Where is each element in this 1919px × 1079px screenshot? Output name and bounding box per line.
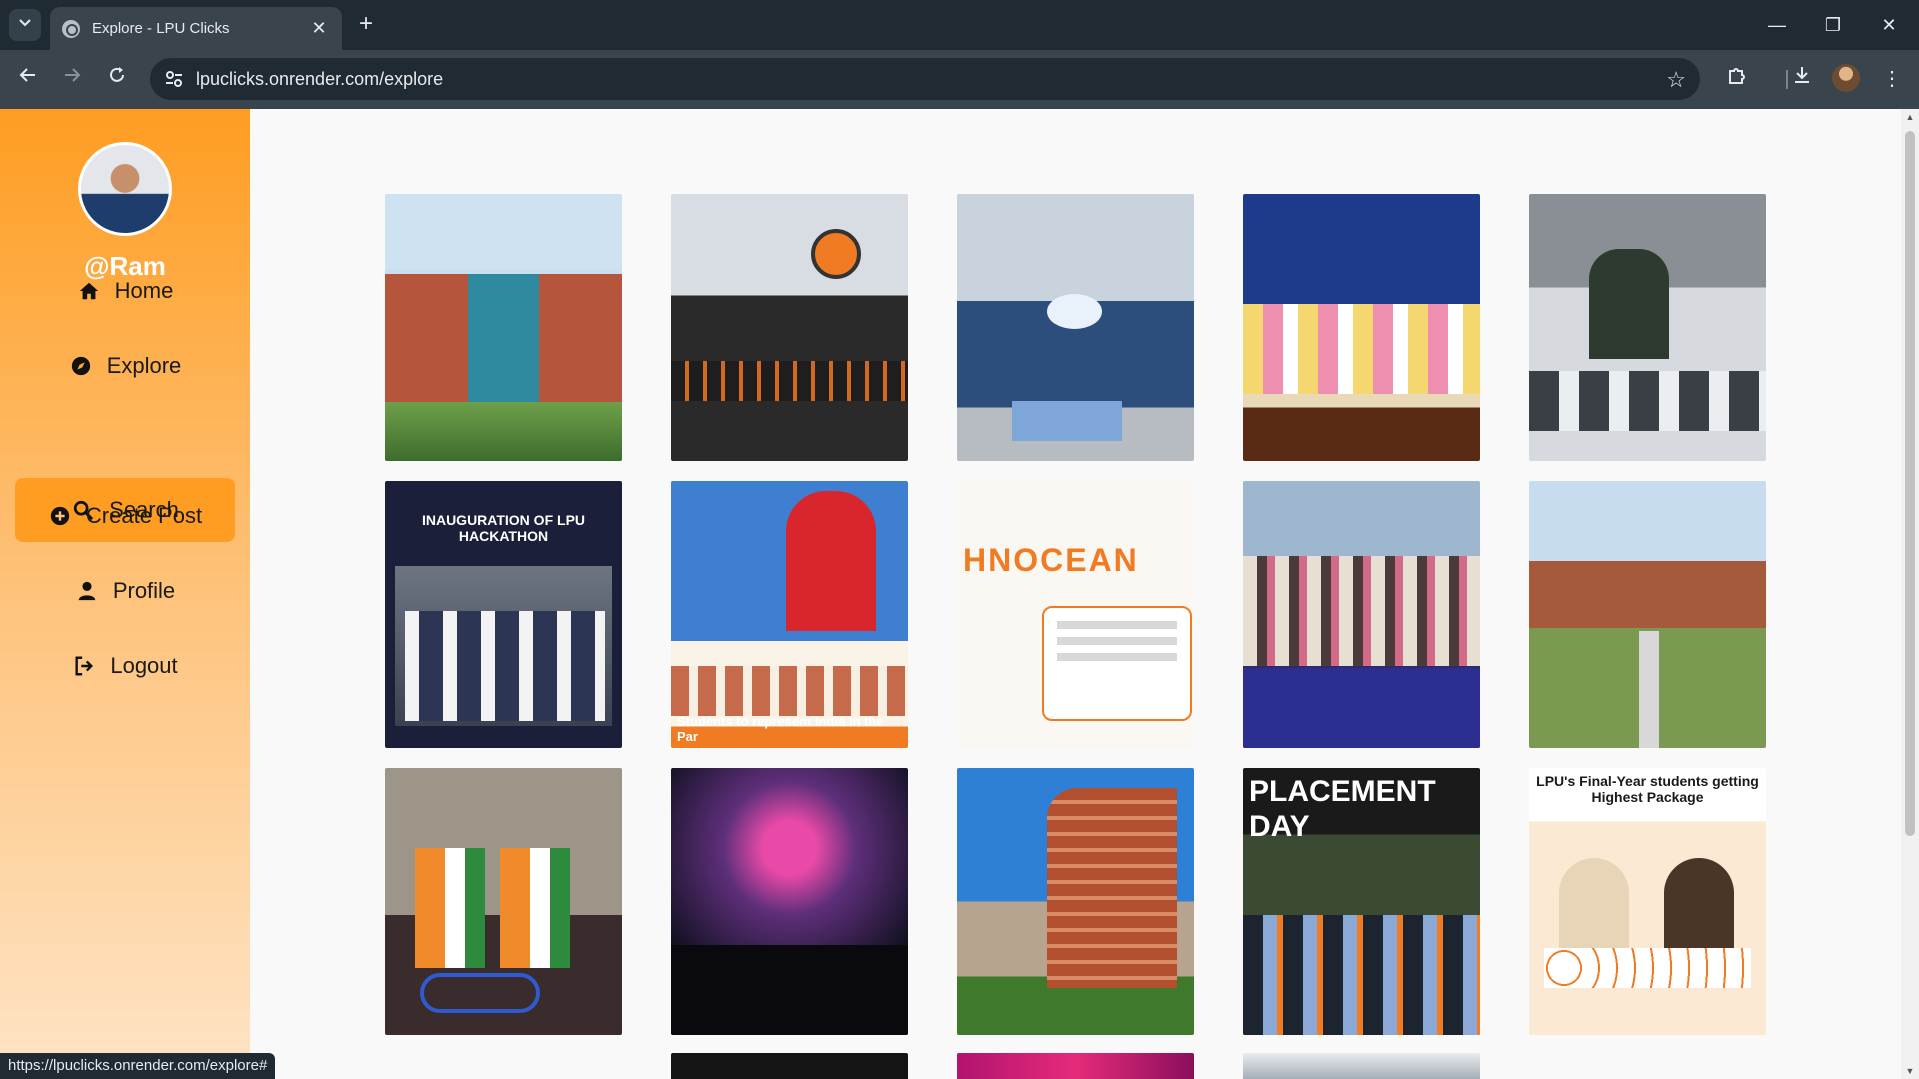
restore-button[interactable]: ❐ [1818,10,1848,40]
post-caption: LPU's Final-Year students getting Highes… [1536,773,1759,806]
tab-title: Explore - LPU Clicks [92,20,230,37]
post-thumbnail[interactable] [671,194,908,461]
post-thumbnail[interactable]: Students to represent India in the Par [671,481,908,748]
post-thumbnail[interactable] [1529,194,1766,461]
post-grid-row-partial [385,1053,1766,1079]
post-caption: INAUGURATION OF LPU HACKATHON [421,512,586,545]
user-icon [75,579,99,603]
scroll-up-icon[interactable]: ▲ [1905,112,1915,122]
more-menu-icon[interactable]: ⋮ [1877,64,1907,94]
sidebar-item-create-post[interactable]: Create Post [15,484,235,548]
extensions-icon[interactable] [1722,64,1752,94]
post-thumbnail[interactable] [385,768,622,1035]
post-thumbnail[interactable]: INAUGURATION OF LPU HACKATHON [385,481,622,748]
post-thumbnail[interactable] [1243,194,1480,461]
chevron-down-icon [18,16,32,35]
back-button[interactable] [13,64,43,94]
sidebar-item-explore[interactable]: Explore [15,334,235,398]
reload-button[interactable] [102,64,132,94]
sidebar-item-label: Logout [110,653,178,678]
close-window-button[interactable]: ✕ [1874,10,1904,40]
sidebar: @Ram Home Explore Search Create Post Pro… [0,109,250,1079]
post-thumbnail[interactable] [957,768,1194,1035]
post-thumbnail[interactable] [1529,481,1766,748]
reload-icon [110,67,124,82]
address-bar[interactable]: lpuclicks.onrender.com/explore ☆ [150,58,1700,100]
url-text: lpuclicks.onrender.com/explore [196,69,444,89]
sidebar-item-home[interactable]: Home [15,259,235,323]
sidebar-item-label: Profile [112,578,176,603]
browser-toolbar: lpuclicks.onrender.com/explore ☆ | ⋮ [0,50,1919,109]
minimize-button[interactable]: — [1762,10,1792,40]
forward-button[interactable] [57,64,87,94]
post-thumbnail[interactable] [1243,1053,1480,1079]
sidebar-item-label: Explore [106,353,182,378]
sidebar-item-profile[interactable]: Profile [15,559,235,623]
tab-close-icon[interactable]: ✕ [308,18,330,39]
browser-profile-avatar[interactable] [1832,64,1860,92]
home-icon [77,279,101,303]
post-thumbnail[interactable] [671,1053,908,1079]
arrow-right-icon [65,68,81,82]
scroll-down-icon[interactable]: ▼ [1905,1066,1915,1076]
explore-feed: INAUGURATION OF LPU HACKATHON Students t… [250,109,1901,1079]
tab-search-button[interactable] [9,9,41,41]
arrow-left-icon [19,68,35,82]
post-caption: Students to represent India in the Par [677,714,884,745]
download-icon[interactable] [1787,64,1817,94]
logout-icon [72,654,96,678]
new-tab-button[interactable]: + [352,10,380,38]
post-thumbnail[interactable] [671,768,908,1035]
post-caption: HNOCEAN [963,542,1139,578]
site-settings-icon[interactable] [164,69,184,89]
plus-circle-icon [48,504,72,528]
post-thumbnail[interactable] [385,194,622,461]
page-scrollbar[interactable]: ▲ ▼ [1901,109,1919,1079]
avatar[interactable] [78,142,172,236]
browser-tab[interactable]: Explore - LPU Clicks ✕ [50,7,342,50]
sidebar-item-logout[interactable]: Logout [15,634,235,698]
post-thumbnail[interactable] [957,194,1194,461]
post-thumbnail[interactable] [957,1053,1194,1079]
sidebar-item-label: Home [114,278,174,303]
post-grid: INAUGURATION OF LPU HACKATHON Students t… [385,194,1766,1035]
post-thumbnail[interactable] [1243,481,1480,748]
sidebar-item-label: Create Post [85,503,203,528]
compass-icon [69,354,93,378]
link-status-bar: https://lpuclicks.onrender.com/explore# [0,1053,276,1079]
post-thumbnail[interactable]: HNOCEAN [957,481,1194,748]
browser-tab-strip: Explore - LPU Clicks ✕ + — ❐ ✕ [0,0,1919,50]
post-thumbnail[interactable]: PLACEMENT DAY [1243,768,1480,1035]
scrollbar-thumb[interactable] [1905,131,1915,836]
post-caption: PLACEMENT DAY [1249,775,1436,843]
post-thumbnail[interactable]: LPU's Final-Year students getting Highes… [1529,768,1766,1035]
bookmark-star-icon[interactable]: ☆ [1666,67,1686,93]
globe-icon [62,19,80,38]
